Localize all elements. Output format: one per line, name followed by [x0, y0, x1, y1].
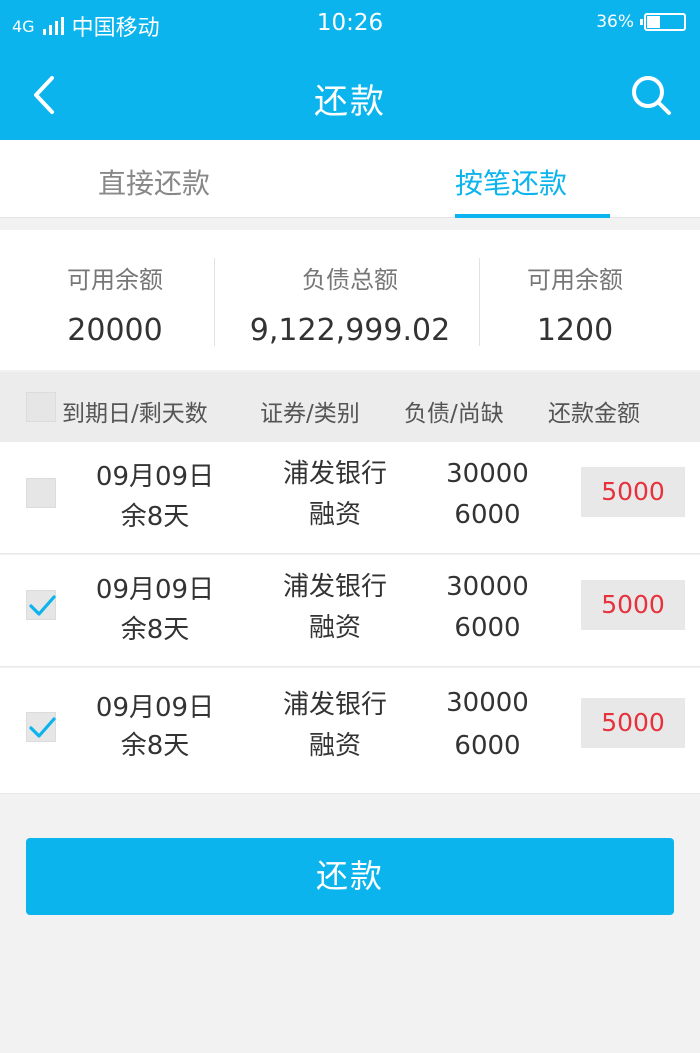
header-debt: 负债/尚缺: [404, 401, 504, 427]
due-date: 09月09日: [95, 575, 215, 605]
amount-input[interactable]: 5000: [581, 580, 685, 630]
due-date: 09月09日: [95, 462, 215, 492]
category: 融资: [308, 613, 361, 643]
divider: [479, 258, 480, 346]
search-icon[interactable]: [628, 72, 674, 118]
header-security: 证券/类别: [260, 401, 360, 427]
category: 融资: [308, 731, 361, 761]
summary-total-debt: 负债总额 9,122,999.02: [230, 260, 470, 348]
active-tab-indicator: [455, 214, 610, 218]
tab-repay-by-item[interactable]: 按笔还款: [455, 162, 567, 202]
summary-value: 20000: [67, 313, 163, 348]
debt-value: 30000: [446, 459, 529, 489]
summary-label: 负债总额: [302, 266, 398, 294]
summary-available-1: 可用余额 20000: [20, 260, 210, 348]
days-left: 余8天: [120, 502, 190, 532]
table-row[interactable]: 09月09日 余8天 浦发银行 融资 30000 6000 5000: [0, 555, 700, 667]
security-name: 浦发银行: [282, 690, 387, 720]
days-left: 余8天: [120, 615, 190, 645]
status-time: 10:26: [316, 10, 384, 36]
divider: [214, 258, 215, 346]
page-title: 还款: [314, 82, 386, 122]
charging-icon: ⚡: [660, 15, 670, 29]
security-name: 浦发银行: [282, 459, 387, 489]
table-row[interactable]: 09月09日 余8天 浦发银行 融资 30000 6000 5000: [0, 442, 700, 554]
nav-bar: 还款: [0, 50, 700, 140]
status-bar: 4G 中国移动 10:26 36% ⚡: [0, 0, 700, 50]
row-checkbox-checked[interactable]: [26, 712, 56, 742]
days-left: 余8天: [120, 731, 190, 761]
security-name: 浦发银行: [282, 572, 387, 602]
header-amount: 还款金额: [548, 401, 640, 427]
balance-summary: 可用余额 20000 负债总额 9,122,999.02 可用余额 1200: [0, 230, 700, 370]
top-bar: 4G 中国移动 10:26 36% ⚡ 还款: [0, 0, 700, 140]
table-row[interactable]: 09月09日 余8天 浦发银行 融资 30000 6000 5000: [0, 668, 700, 794]
select-all-checkbox[interactable]: [26, 392, 56, 422]
due-date: 09月09日: [95, 693, 215, 723]
debt-value: 30000: [446, 572, 529, 602]
shortage-value: 6000: [454, 731, 521, 761]
debt-value: 30000: [446, 688, 529, 718]
tab-direct-repay[interactable]: 直接还款: [98, 162, 210, 202]
summary-value: 9,122,999.02: [249, 313, 451, 348]
battery-icon: ⚡: [640, 13, 686, 31]
status-right: 36% ⚡: [596, 12, 686, 32]
summary-available-2: 可用余额 1200: [490, 260, 660, 348]
row-checkbox[interactable]: [26, 478, 56, 508]
table-header: 到期日/剩天数 证券/类别 负债/尚缺 还款金额: [0, 372, 700, 442]
amount-input[interactable]: 5000: [581, 467, 685, 517]
battery-level: [647, 16, 660, 28]
summary-label: 可用余额: [67, 266, 163, 294]
check-icon: [29, 595, 56, 616]
tab-bar: 直接还款 按笔还款: [0, 140, 700, 218]
summary-label: 可用余额: [527, 266, 623, 294]
summary-value: 1200: [536, 313, 614, 348]
shortage-value: 6000: [454, 613, 521, 643]
amount-input[interactable]: 5000: [581, 698, 685, 748]
check-icon: [29, 717, 56, 738]
category: 融资: [308, 500, 361, 530]
battery-percent: 36%: [596, 12, 634, 32]
row-checkbox-checked[interactable]: [26, 590, 56, 620]
header-due-date: 到期日/剩天数: [62, 401, 208, 427]
shortage-value: 6000: [454, 500, 521, 530]
repay-button[interactable]: 还款: [26, 838, 674, 915]
